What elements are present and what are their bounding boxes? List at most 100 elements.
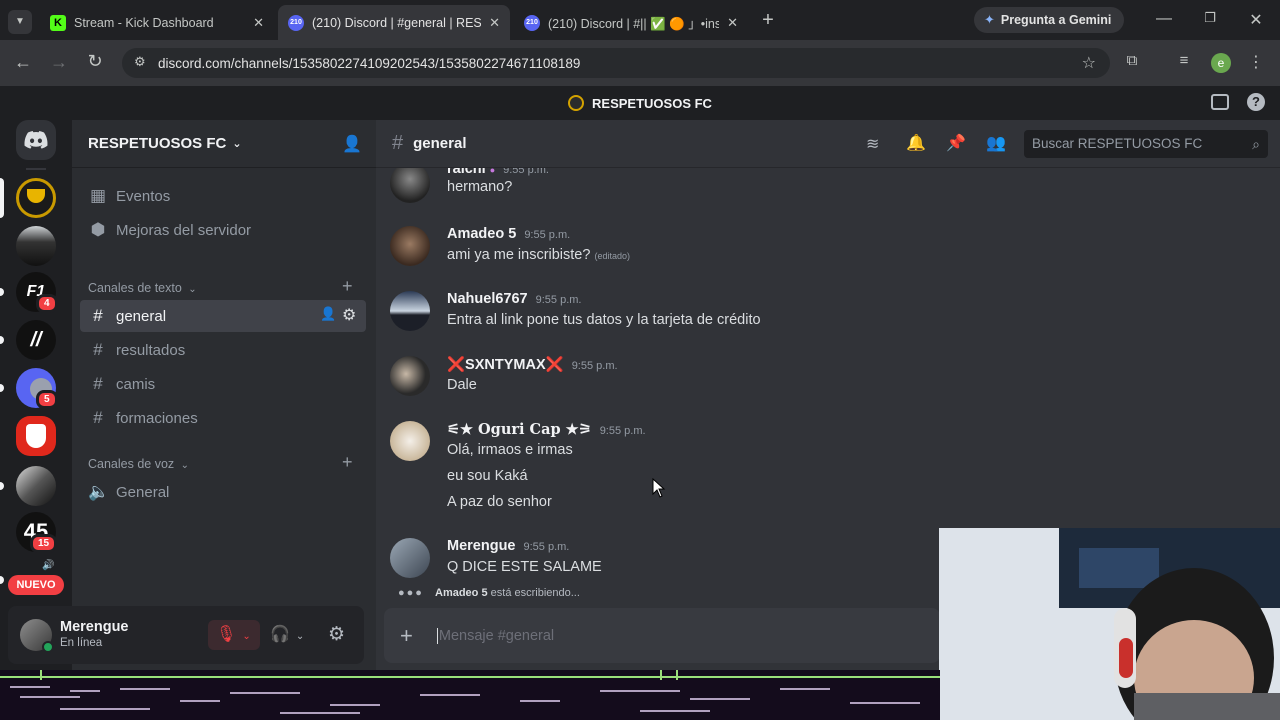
browser-toolbar: ← → ↻ ⚙ discord.com/channels/15358022741… bbox=[0, 40, 1280, 86]
unread-indicator bbox=[0, 384, 4, 392]
webcam-image bbox=[939, 528, 1280, 720]
direct-messages-button[interactable] bbox=[16, 120, 56, 160]
muted-mic-icon: 🎙 bbox=[216, 626, 237, 643]
voice-channel-general[interactable]: 🔈 General bbox=[80, 476, 366, 508]
channel-header: # general ≋ 🔔 📌 👥 Buscar RESPETUOSOS FC … bbox=[376, 120, 1280, 168]
message-author[interactable]: ❌SXNTYMAX❌ 9:55 p.m. bbox=[447, 356, 618, 373]
sidebar-item-mejoras[interactable]: ⬢ Mejoras del servidor bbox=[80, 214, 366, 246]
add-voice-channel-icon[interactable]: + bbox=[342, 452, 353, 473]
restore-icon[interactable]: ❐ bbox=[1200, 10, 1220, 30]
sidebar-item-eventos[interactable]: ▦ Eventos bbox=[80, 180, 366, 212]
new-tab-icon[interactable]: + bbox=[756, 8, 780, 32]
avatar[interactable] bbox=[390, 356, 430, 396]
message-input[interactable]: Mensaje #general bbox=[436, 627, 554, 644]
boost-icon: ⬢ bbox=[90, 220, 106, 239]
server-respetuosos-fc[interactable] bbox=[16, 178, 56, 218]
message-author[interactable]: Nahuel6767 9:55 p.m. bbox=[447, 291, 581, 307]
notification-bell-icon[interactable]: 🔔 bbox=[906, 133, 926, 153]
window-close-icon[interactable]: ✕ bbox=[1246, 10, 1266, 30]
category-text-channels[interactable]: Canales de texto ⌄ bbox=[88, 281, 197, 295]
server-header[interactable]: RESPETUOSOS FC ⌄ 👤 bbox=[72, 120, 376, 168]
server-kick-logo[interactable]: // bbox=[16, 320, 56, 360]
help-icon[interactable]: ? bbox=[1247, 93, 1265, 111]
server-racing[interactable] bbox=[16, 466, 56, 506]
user-settings-gear-icon[interactable]: ⚙ bbox=[328, 623, 345, 646]
edited-label: (editado) bbox=[594, 251, 630, 261]
new-badge[interactable]: NUEVO bbox=[8, 575, 64, 595]
message-author[interactable]: Amadeo 5 9:55 p.m. bbox=[447, 226, 570, 242]
message-author[interactable]: raichi ● 9:55 p.m. bbox=[447, 168, 549, 177]
avatar[interactable] bbox=[390, 226, 430, 266]
channel-general[interactable]: # general 👤 ⚙ bbox=[80, 300, 366, 332]
hashtag-icon: # bbox=[93, 306, 103, 325]
typing-indicator: ●●● Amadeo 5 está escribiendo... bbox=[398, 587, 580, 599]
channel-camis[interactable]: # camis bbox=[80, 368, 366, 400]
back-icon[interactable]: ← bbox=[12, 52, 34, 73]
mute-mic-button[interactable]: 🎙 ⌄ bbox=[208, 620, 260, 650]
avatar[interactable] bbox=[390, 538, 430, 578]
tab-search-dropdown-icon[interactable]: ▼ bbox=[8, 10, 32, 34]
server-icon-small bbox=[568, 95, 585, 111]
hashtag-icon: # bbox=[93, 374, 103, 393]
close-tab-icon[interactable]: ✕ bbox=[253, 15, 264, 31]
headphones-icon: 🎧 bbox=[270, 626, 290, 643]
browser-menu-icon[interactable]: ⋮ bbox=[1248, 52, 1264, 72]
invite-people-icon[interactable]: 👤 bbox=[342, 134, 362, 154]
pin-icon[interactable]: 📌 bbox=[946, 133, 966, 153]
extensions-icon[interactable]: ⧉ bbox=[1122, 52, 1142, 69]
server-benfica[interactable] bbox=[16, 416, 56, 456]
message-author[interactable]: Merengue 9:55 p.m. bbox=[447, 538, 569, 554]
profile-avatar[interactable]: e bbox=[1211, 53, 1231, 73]
headphones-button[interactable]: 🎧 ⌄ bbox=[270, 620, 314, 650]
calendar-icon: ▦ bbox=[89, 186, 107, 205]
audio-visualizer-graphic bbox=[0, 670, 940, 720]
webcam-overlay bbox=[939, 528, 1280, 720]
reload-icon[interactable]: ↻ bbox=[84, 51, 106, 72]
gear-icon[interactable]: ⚙ bbox=[342, 305, 356, 325]
address-bar[interactable]: ⚙ discord.com/channels/15358022741092025… bbox=[122, 48, 1110, 78]
bottom-overlay-strip bbox=[0, 670, 940, 720]
create-invite-icon[interactable]: 👤 bbox=[320, 306, 336, 322]
add-text-channel-icon[interactable]: + bbox=[342, 276, 353, 297]
message-author[interactable]: ⚟★ 𝐎𝐠𝐮𝐫𝐢 𝐂𝐚𝐩 ★⚞ 9:55 p.m. bbox=[447, 421, 646, 438]
mention-badge: 5 bbox=[36, 390, 58, 409]
mention-badge: 4 bbox=[36, 294, 58, 313]
tab-kick-dashboard[interactable]: K Stream - Kick Dashboard ✕ bbox=[40, 5, 274, 40]
server-group-photo[interactable] bbox=[16, 226, 56, 266]
channel-resultados[interactable]: # resultados bbox=[80, 334, 366, 366]
tab-discord-inscripciones[interactable]: 210 (210) Discord | #|| ✅ 🟠 」•inscripcio… bbox=[514, 5, 748, 40]
search-input[interactable]: Buscar RESPETUOSOS FC ⌕ bbox=[1024, 130, 1268, 158]
chevron-down-icon: ⌄ bbox=[242, 631, 251, 642]
threads-icon[interactable]: ≋ bbox=[866, 134, 879, 154]
close-tab-icon[interactable]: ✕ bbox=[727, 15, 738, 31]
search-icon: ⌕ bbox=[1252, 136, 1260, 152]
avatar[interactable] bbox=[390, 291, 430, 331]
message-text: Olá, irmaos e irmas bbox=[447, 442, 573, 458]
gemini-button[interactable]: ✦ Pregunta a Gemini bbox=[974, 7, 1124, 33]
category-voice-channels[interactable]: Canales de voz ⌄ bbox=[88, 457, 189, 471]
channel-title: general bbox=[413, 135, 467, 152]
discord-logo-icon bbox=[24, 131, 48, 149]
message-composer[interactable]: + Mensaje #general bbox=[384, 608, 940, 663]
site-info-icon[interactable]: ⚙ bbox=[134, 54, 146, 70]
unread-indicator bbox=[0, 482, 4, 490]
browser-tab-bar: ▼ K Stream - Kick Dashboard ✕ 210 (210) … bbox=[0, 0, 1280, 40]
minimize-icon[interactable]: — bbox=[1154, 10, 1174, 30]
bookmark-star-icon[interactable]: ☆ bbox=[1082, 53, 1096, 73]
member-list-icon[interactable]: 👥 bbox=[986, 133, 1006, 153]
attach-plus-icon[interactable]: + bbox=[400, 623, 413, 649]
media-controls-icon[interactable]: ≡ bbox=[1174, 52, 1194, 69]
tab-discord-general[interactable]: 210 (210) Discord | #general | RESPETUOS… bbox=[278, 5, 510, 40]
channel-formaciones[interactable]: # formaciones bbox=[80, 402, 366, 434]
close-tab-icon[interactable]: ✕ bbox=[489, 15, 500, 31]
avatar[interactable] bbox=[390, 168, 430, 203]
kick-icon: K bbox=[50, 14, 66, 31]
forward-icon[interactable]: → bbox=[48, 52, 70, 73]
hashtag-icon: # bbox=[392, 132, 404, 154]
chevron-down-icon: ⌄ bbox=[188, 284, 197, 295]
avatar[interactable] bbox=[390, 421, 430, 461]
user-name: Merengue bbox=[60, 619, 129, 635]
unread-indicator bbox=[0, 288, 4, 296]
unread-indicator bbox=[0, 576, 4, 584]
inbox-icon[interactable] bbox=[1211, 94, 1229, 110]
